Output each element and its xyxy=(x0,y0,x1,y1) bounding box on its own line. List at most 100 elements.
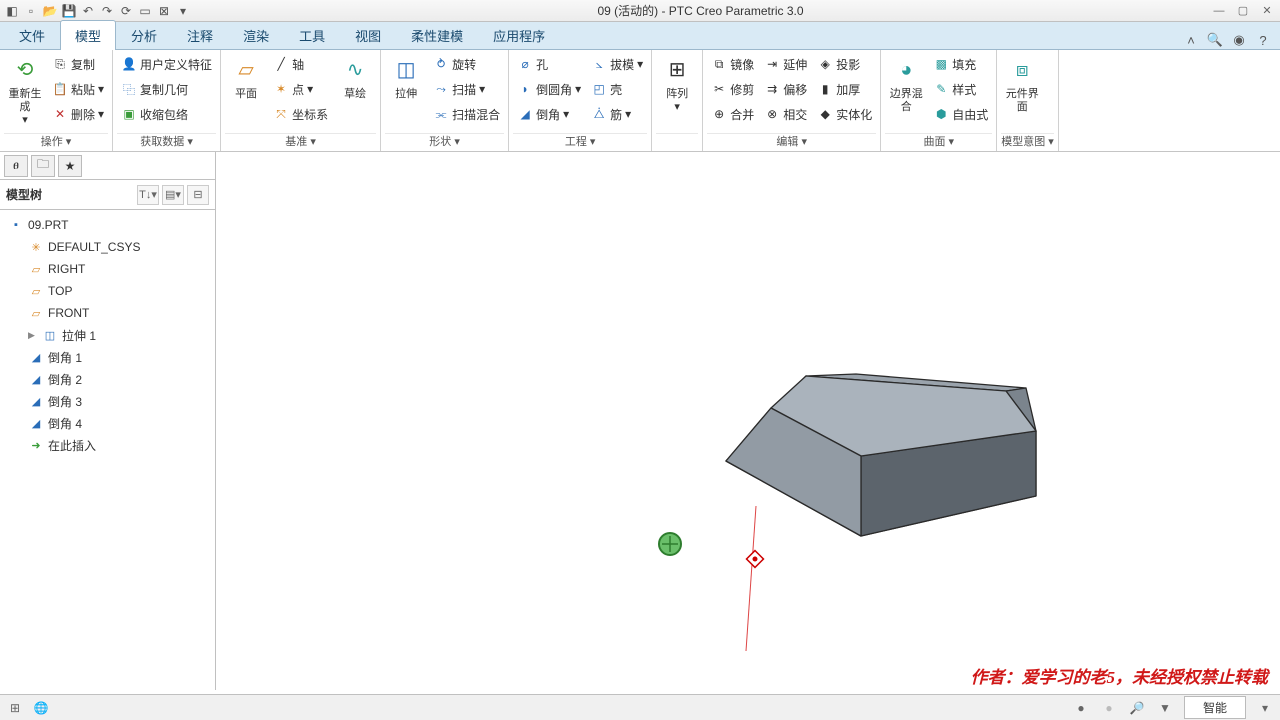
tree-root[interactable]: ▪09.PRT xyxy=(0,214,215,236)
group-surface: ◕边界混合 ▩填充 ✎样式 ⬢自由式 曲面 ▾ xyxy=(881,50,997,151)
tree-chamfer-3[interactable]: ◢倒角 3 xyxy=(0,390,215,412)
trim-button[interactable]: ✂修剪 xyxy=(707,77,758,101)
search-icon[interactable]: 🔍 xyxy=(1206,31,1224,49)
tree-chamfer-1[interactable]: ◢倒角 1 xyxy=(0,346,215,368)
windows-icon[interactable]: ▭ xyxy=(137,3,153,19)
tab-tools[interactable]: 工具 xyxy=(284,20,340,50)
tab-analysis[interactable]: 分析 xyxy=(116,20,172,50)
tree-plane-top[interactable]: ▱TOP xyxy=(0,280,215,302)
paste-button[interactable]: 📋粘贴 ▾ xyxy=(48,77,108,101)
revolve-button[interactable]: ⥁旋转 xyxy=(429,52,504,76)
sketch-button[interactable]: ∿草绘 xyxy=(334,52,376,103)
regenerate-button[interactable]: ⟲重新生成▾ xyxy=(4,52,46,129)
tree-settings-icon[interactable]: ▤▾ xyxy=(162,185,184,205)
traffic-green-icon[interactable]: ● xyxy=(1072,699,1090,717)
hole-button[interactable]: ⌀孔 xyxy=(513,52,585,76)
traffic-grey-icon: ● xyxy=(1100,699,1118,717)
group-operations: ⟲重新生成▾ ⎘复制 📋粘贴 ▾ ✕删除 ▾ 操作 ▾ xyxy=(0,50,113,151)
boundary-blend-button[interactable]: ◕边界混合 xyxy=(885,52,927,116)
sweep-button[interactable]: ⤳扫描 ▾ xyxy=(429,77,504,101)
copy-button[interactable]: ⎘复制 xyxy=(48,52,108,76)
pattern-button[interactable]: ⊞阵列▾ xyxy=(656,52,698,116)
collapse-ribbon-icon[interactable]: ˄ xyxy=(1182,31,1200,49)
copygeom-button[interactable]: ⿻复制几何 xyxy=(117,77,216,101)
tree-insert-here[interactable]: ➜在此插入 xyxy=(0,434,215,456)
group-label: 工程 ▾ xyxy=(513,133,647,151)
save-icon[interactable]: 💾 xyxy=(61,3,77,19)
selection-filter-icon[interactable]: ▼ xyxy=(1156,699,1174,717)
status-tree-icon[interactable]: ⊞ xyxy=(6,699,24,717)
chamfer-button[interactable]: ◢倒角 ▾ xyxy=(513,102,585,126)
tree-title: 模型树 xyxy=(6,186,42,203)
draft-button[interactable]: ⦣拔模 ▾ xyxy=(587,52,647,76)
tab-annotate[interactable]: 注释 xyxy=(172,20,228,50)
tab-view[interactable]: 视图 xyxy=(340,20,396,50)
tree-display-icon[interactable]: ⊟ xyxy=(187,185,209,205)
filter-dropdown-icon[interactable]: ▾ xyxy=(1256,699,1274,717)
blend-button[interactable]: ⫘扫描混合 xyxy=(429,102,504,126)
project-button[interactable]: ◈投影 xyxy=(813,52,876,76)
tab-apps[interactable]: 应用程序 xyxy=(478,20,560,50)
help-center-icon[interactable]: ◉ xyxy=(1230,31,1248,49)
point-button[interactable]: ✶点 ▾ xyxy=(269,77,332,101)
status-browser-icon[interactable]: 🌐 xyxy=(32,699,50,717)
find-icon[interactable]: 🔎 xyxy=(1128,699,1146,717)
tab-flex[interactable]: 柔性建模 xyxy=(396,20,478,50)
qat-dropdown-icon[interactable]: ▾ xyxy=(175,3,191,19)
plane-button[interactable]: ▱平面 xyxy=(225,52,267,103)
solidify-button[interactable]: ◆实体化 xyxy=(813,102,876,126)
nav-tree-icon[interactable]: ፀ xyxy=(4,155,28,177)
intersect-button[interactable]: ⊗相交 xyxy=(760,102,811,126)
tab-model[interactable]: 模型 xyxy=(60,20,116,50)
csys-button[interactable]: ⤧坐标系 xyxy=(269,102,332,126)
tree-csys[interactable]: ✳DEFAULT_CSYS xyxy=(0,236,215,258)
group-shape: ◫拉伸 ⥁旋转 ⤳扫描 ▾ ⫘扫描混合 形状 ▾ xyxy=(381,50,509,151)
mirror-button[interactable]: ⧉镜像 xyxy=(707,52,758,76)
minimize-icon[interactable]: — xyxy=(1210,4,1228,18)
tree-filter-icon[interactable]: T↓▾ xyxy=(137,185,159,205)
extrude-button[interactable]: ◫拉伸 xyxy=(385,52,427,103)
axis-button[interactable]: ╱轴 xyxy=(269,52,332,76)
freestyle-button[interactable]: ⬢自由式 xyxy=(929,102,992,126)
maximize-icon[interactable]: ▢ xyxy=(1234,4,1252,18)
help-icon[interactable]: ? xyxy=(1254,31,1272,49)
delete-button[interactable]: ✕删除 ▾ xyxy=(48,102,108,126)
offset-button[interactable]: ⇉偏移 xyxy=(760,77,811,101)
close-win-icon[interactable]: ⊠ xyxy=(156,3,172,19)
rib-button[interactable]: ⧊筋 ▾ xyxy=(587,102,647,126)
tree-chamfer-4[interactable]: ◢倒角 4 xyxy=(0,412,215,434)
undo-icon[interactable]: ↶ xyxy=(80,3,96,19)
tab-render[interactable]: 渲染 xyxy=(228,20,284,50)
tab-file[interactable]: 文件 xyxy=(4,20,60,50)
close-icon[interactable]: ✕ xyxy=(1258,4,1276,18)
tree-plane-right[interactable]: ▱RIGHT xyxy=(0,258,215,280)
nav-folder-icon[interactable]: 🗀 xyxy=(31,155,55,177)
redo-icon[interactable]: ↷ xyxy=(99,3,115,19)
merge-button[interactable]: ⊕合并 xyxy=(707,102,758,126)
shell-button[interactable]: ◰壳 xyxy=(587,77,647,101)
selection-mode[interactable]: 智能 xyxy=(1184,696,1246,719)
open-icon[interactable]: 📂 xyxy=(42,3,58,19)
extend-button[interactable]: ⇥延伸 xyxy=(760,52,811,76)
group-label: 曲面 ▾ xyxy=(885,133,992,151)
quick-access-toolbar: ◧ ▫ 📂 💾 ↶ ↷ ⟳ ▭ ⊠ ▾ xyxy=(4,3,191,19)
udf-button[interactable]: 👤用户定义特征 xyxy=(117,52,216,76)
group-label: 形状 ▾ xyxy=(385,133,504,151)
fill-button[interactable]: ▩填充 xyxy=(929,52,992,76)
nav-fav-icon[interactable]: ★ xyxy=(58,155,82,177)
group-label: 编辑 ▾ xyxy=(707,133,876,151)
tree-extrude[interactable]: ▶◫拉伸 1 xyxy=(0,324,215,346)
component-interface-button[interactable]: ⧈元件界面 xyxy=(1001,52,1043,116)
thicken-button[interactable]: ▮加厚 xyxy=(813,77,876,101)
tree-plane-front[interactable]: ▱FRONT xyxy=(0,302,215,324)
graphics-viewport[interactable] xyxy=(216,152,1280,690)
shrinkwrap-button[interactable]: ▣收缩包络 xyxy=(117,102,216,126)
nav-tabs: ፀ 🗀 ★ xyxy=(0,152,215,180)
new-icon[interactable]: ▫ xyxy=(23,3,39,19)
style-button[interactable]: ✎样式 xyxy=(929,77,992,101)
group-label: 操作 ▾ xyxy=(4,133,108,151)
regen-icon[interactable]: ⟳ xyxy=(118,3,134,19)
watermark-text: 作者：爱学习的老5，未经授权禁止转载 xyxy=(971,663,1269,688)
round-button[interactable]: ◗倒圆角 ▾ xyxy=(513,77,585,101)
tree-chamfer-2[interactable]: ◢倒角 2 xyxy=(0,368,215,390)
